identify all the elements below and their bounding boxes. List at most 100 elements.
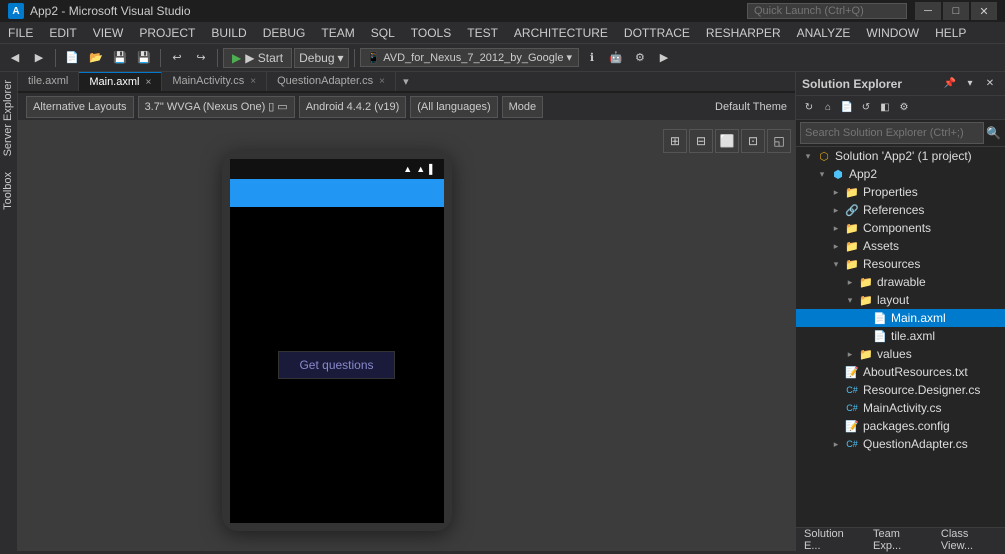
menu-item-test[interactable]: TEST bbox=[459, 22, 506, 43]
alt-layouts-button[interactable]: Alternative Layouts bbox=[26, 96, 134, 118]
theme-label: Default Theme bbox=[715, 101, 787, 113]
device-info-button[interactable]: ℹ bbox=[581, 47, 603, 69]
menu-item-build[interactable]: BUILD bbox=[203, 22, 254, 43]
tree-item-16[interactable]: ▸C#QuestionAdapter.cs bbox=[796, 435, 1005, 453]
se-show-files-button[interactable]: 📄 bbox=[838, 99, 856, 117]
se-properties-button[interactable]: ⚙ bbox=[895, 99, 913, 117]
save-all-button[interactable]: 💾 bbox=[133, 47, 155, 69]
se-collapse-button[interactable]: ◧ bbox=[876, 99, 894, 117]
tree-item-9[interactable]: 📄Main.axml bbox=[796, 309, 1005, 327]
se-close-button[interactable]: ✕ bbox=[981, 75, 999, 93]
layout-view-icons: ⊞ ⊟ ⬜ ⊡ ◱ bbox=[663, 129, 791, 153]
menu-item-sql[interactable]: SQL bbox=[363, 22, 403, 43]
tree-item-0[interactable]: ▾⬡Solution 'App2' (1 project) bbox=[796, 147, 1005, 165]
se-home-button[interactable]: ⌂ bbox=[819, 99, 837, 117]
android2-button[interactable]: ⚙ bbox=[629, 47, 651, 69]
editor-tab-3[interactable]: QuestionAdapter.cs× bbox=[267, 72, 396, 91]
tree-item-11[interactable]: ▸📁values bbox=[796, 345, 1005, 363]
tab-overflow-arrow[interactable]: ▾ bbox=[396, 72, 416, 91]
debug-config-dropdown[interactable]: Debug ▾ bbox=[294, 48, 348, 68]
menu-item-team[interactable]: TEAM bbox=[313, 22, 362, 43]
run-button[interactable]: ▶ ▶ Start bbox=[223, 48, 292, 68]
menu-item-dottrace[interactable]: DOTTRACE bbox=[616, 22, 698, 43]
undo-button[interactable]: ↩ bbox=[166, 47, 188, 69]
mode-button[interactable]: Mode bbox=[502, 96, 544, 118]
menu-item-analyze[interactable]: ANALYZE bbox=[789, 22, 859, 43]
tree-label-3: References bbox=[863, 203, 924, 217]
forward-button[interactable]: ▶ bbox=[28, 47, 50, 69]
tab-close-3[interactable]: × bbox=[379, 76, 385, 87]
layout-icon-3[interactable]: ⬜ bbox=[715, 129, 739, 153]
tab-close-1[interactable]: × bbox=[145, 77, 151, 88]
screen-size-button[interactable]: 3.7" WVGA (Nexus One) ▯ ▭ bbox=[138, 96, 295, 118]
menu-item-project[interactable]: PROJECT bbox=[131, 22, 203, 43]
tree-label-13: Resource.Designer.cs bbox=[863, 383, 980, 397]
tree-item-6[interactable]: ▾📁Resources bbox=[796, 255, 1005, 273]
tree-item-1[interactable]: ▾⬢App2 bbox=[796, 165, 1005, 183]
tree-item-12[interactable]: 📝AboutResources.txt bbox=[796, 363, 1005, 381]
minimize-button[interactable]: ─ bbox=[915, 2, 941, 20]
se-refresh-button[interactable]: ↺ bbox=[857, 99, 875, 117]
back-button[interactable]: ◀ bbox=[4, 47, 26, 69]
editor-tab-1[interactable]: Main.axml× bbox=[79, 72, 162, 91]
server-explorer-tab[interactable]: Server Explorer bbox=[0, 72, 17, 164]
menu-item-resharper[interactable]: RESHARPER bbox=[698, 22, 789, 43]
layout-icon-5[interactable]: ◱ bbox=[767, 129, 791, 153]
open-button[interactable]: 📂 bbox=[85, 47, 107, 69]
close-button[interactable]: ✕ bbox=[971, 2, 997, 20]
tree-label-10: tile.axml bbox=[891, 329, 935, 343]
android-button[interactable]: 🤖 bbox=[605, 47, 627, 69]
tree-item-2[interactable]: ▸📁Properties bbox=[796, 183, 1005, 201]
toolbar-separator-4 bbox=[354, 49, 355, 67]
play2-button[interactable]: ▶ bbox=[653, 47, 675, 69]
tree-item-3[interactable]: ▸🔗References bbox=[796, 201, 1005, 219]
android-version-button[interactable]: Android 4.4.2 (v19) bbox=[299, 96, 407, 118]
tree-item-4[interactable]: ▸📁Components bbox=[796, 219, 1005, 237]
android-version-label: Android 4.4.2 (v19) bbox=[306, 101, 400, 113]
tree-arrow-6: ▾ bbox=[828, 259, 844, 270]
tree-item-8[interactable]: ▾📁layout bbox=[796, 291, 1005, 309]
tree-item-13[interactable]: C#Resource.Designer.cs bbox=[796, 381, 1005, 399]
tree-icon-5: 📁 bbox=[844, 238, 860, 254]
get-questions-button[interactable]: Get questions bbox=[278, 351, 394, 379]
redo-button[interactable]: ↪ bbox=[190, 47, 212, 69]
tree-item-7[interactable]: ▸📁drawable bbox=[796, 273, 1005, 291]
new-file-button[interactable]: 📄 bbox=[61, 47, 83, 69]
tab-close-2[interactable]: × bbox=[250, 76, 256, 87]
tree-item-10[interactable]: 📄tile.axml bbox=[796, 327, 1005, 345]
tree-icon-12: 📝 bbox=[844, 364, 860, 380]
menu-item-debug[interactable]: DEBUG bbox=[255, 22, 314, 43]
se-footer-tab-1[interactable]: Team Exp... bbox=[865, 526, 933, 554]
layout-icon-2[interactable]: ⊟ bbox=[689, 129, 713, 153]
tree-arrow-5: ▸ bbox=[828, 241, 844, 252]
se-sync-button[interactable]: ↻ bbox=[800, 99, 818, 117]
save-button[interactable]: 💾 bbox=[109, 47, 131, 69]
se-pin-button[interactable]: 📌 bbox=[941, 75, 959, 93]
quick-launch-input[interactable] bbox=[747, 3, 907, 19]
menu-item-view[interactable]: VIEW bbox=[85, 22, 132, 43]
se-dropdown-button[interactable]: ▾ bbox=[961, 75, 979, 93]
menu-item-architecture[interactable]: ARCHITECTURE bbox=[506, 22, 616, 43]
se-footer-tab-0[interactable]: Solution E... bbox=[796, 526, 865, 554]
menu-item-window[interactable]: WINDOW bbox=[858, 22, 927, 43]
tree-item-5[interactable]: ▸📁Assets bbox=[796, 237, 1005, 255]
maximize-button[interactable]: □ bbox=[943, 2, 969, 20]
menu-item-file[interactable]: FILE bbox=[0, 22, 41, 43]
layout-icon-4[interactable]: ⊡ bbox=[741, 129, 765, 153]
menu-item-help[interactable]: HELP bbox=[927, 22, 974, 43]
se-search-bar: 🔍 bbox=[796, 120, 1005, 147]
tree-icon-11: 📁 bbox=[858, 346, 874, 362]
toolbox-tab[interactable]: Toolbox bbox=[0, 164, 17, 218]
solution-explorer-search[interactable] bbox=[800, 122, 984, 144]
tree-item-15[interactable]: 📝packages.config bbox=[796, 417, 1005, 435]
menu-item-tools[interactable]: TOOLS bbox=[403, 22, 459, 43]
se-footer-tab-2[interactable]: Class View... bbox=[933, 526, 1005, 554]
editor-tab-0[interactable]: tile.axml bbox=[18, 72, 79, 91]
editor-tab-2[interactable]: MainActivity.cs× bbox=[162, 72, 267, 91]
grid-view-icon[interactable]: ⊞ bbox=[663, 129, 687, 153]
tree-item-14[interactable]: C#MainActivity.cs bbox=[796, 399, 1005, 417]
language-button[interactable]: (All languages) bbox=[410, 96, 497, 118]
toolbar-separator-3 bbox=[217, 49, 218, 67]
avd-selector[interactable]: 📱 AVD_for_Nexus_7_2012_by_Google ▾ bbox=[360, 48, 579, 67]
menu-item-edit[interactable]: EDIT bbox=[41, 22, 84, 43]
